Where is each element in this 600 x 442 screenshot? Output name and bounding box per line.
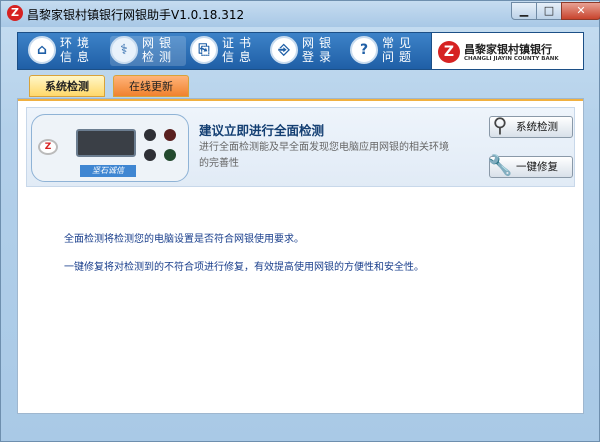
nav-faq[interactable]: ? 常见问题 (350, 36, 426, 66)
nav-ebank-check[interactable]: ⚕ 网银检测 (110, 36, 186, 66)
nav-label: 网银登录 (302, 36, 337, 64)
check-headline: 建议立即进行全面检测 (199, 123, 325, 138)
tab-system-check[interactable]: 系统检测 (29, 75, 105, 97)
app-window: Z 昌黎家银村镇银行网银助手V1.0.18.312 ▁ □ ✕ ⌂ 环境信息 ⚕… (0, 0, 600, 442)
bank-logo: Z 昌黎家银村镇银行 CHANGLI JIAYIN COUNTY BANK (431, 32, 584, 70)
bank-name-cn: 昌黎家银村镇银行 (464, 43, 552, 56)
bank-name-en: CHANGLI JIAYIN COUNTY BANK (464, 56, 559, 62)
maximize-button[interactable]: □ (536, 2, 562, 20)
stethoscope-icon: ⚕ (110, 36, 138, 64)
usb-key-brand: 坚石诚信 (80, 165, 136, 177)
home-icon: ⌂ (28, 36, 56, 64)
nav-environment-info[interactable]: ⌂ 环境信息 (28, 36, 104, 66)
app-logo-icon: Z (7, 5, 23, 21)
magnifier-icon: ⚲ (492, 113, 508, 137)
tab-online-update[interactable]: 在线更新 (113, 75, 189, 97)
nav-certificate-info[interactable]: ⎘ 证书信息 (190, 36, 266, 66)
certificate-icon: ⎘ (190, 36, 218, 64)
nav-label: 环境信息 (60, 36, 95, 64)
check-description: 进行全面检测能及早全面发现您电脑应用网银的相关环境的完善性 (199, 142, 449, 169)
usb-key-screen (76, 129, 136, 157)
nav-label: 常见问题 (382, 36, 417, 64)
nav-label: 网银检测 (142, 36, 177, 64)
login-icon: ⎆ (270, 36, 298, 64)
wrench-icon: 🔧 (487, 153, 513, 177)
minimize-button[interactable]: ▁ (511, 2, 537, 20)
close-button[interactable]: ✕ (561, 2, 600, 20)
usb-key-button (164, 129, 176, 141)
usb-key-button (164, 149, 176, 161)
usb-key-button (144, 149, 156, 161)
bank-logo-icon: Z (438, 41, 460, 63)
window-title: 昌黎家银村镇银行网银助手V1.0.18.312 (27, 8, 245, 22)
title-bar: Z 昌黎家银村镇银行网银助手V1.0.18.312 ▁ □ ✕ (1, 1, 600, 27)
nav-label: 证书信息 (222, 36, 257, 64)
usb-key-logo-icon: Z (38, 139, 58, 155)
check-banner: Z 坚石诚信 建议立即进行全面检测 进行全面检测能及早全面发现您电脑应用网银的相… (26, 107, 575, 187)
nav-ebank-login[interactable]: ⎆ 网银登录 (270, 36, 346, 66)
one-click-repair-button[interactable]: 🔧 一键修复 (488, 153, 573, 178)
content-panel: Z 坚石诚信 建议立即进行全面检测 进行全面检测能及早全面发现您电脑应用网银的相… (17, 98, 584, 414)
usb-key-image: Z 坚石诚信 (31, 114, 189, 182)
info-line-check: 全面检测将检测您的电脑设置是否符合网银使用要求。 (64, 234, 304, 245)
info-line-repair: 一键修复将对检测到的不符合项进行修复，有效提高使用网银的方便性和安全性。 (64, 262, 424, 273)
system-check-button[interactable]: ⚲ 系统检测 (489, 113, 573, 138)
one-click-repair-label: 一键修复 (516, 161, 558, 173)
question-icon: ? (350, 36, 378, 64)
system-check-label: 系统检测 (516, 121, 558, 133)
usb-key-button (144, 129, 156, 141)
